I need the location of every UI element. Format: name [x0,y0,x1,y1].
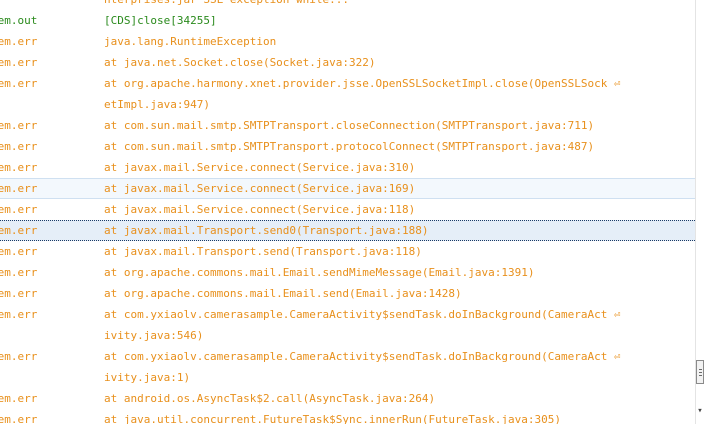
log-row[interactable]: tem.err at com.sun.mail.smtp.SMTPTranspo… [0,115,695,136]
log-message: java.lang.RuntimeException [104,35,277,48]
log-row[interactable]: tem.err at org.apache.commons.mail.Email… [0,283,695,304]
log-message: at javax.mail.Transport.send(Transport.j… [104,245,422,258]
line-wrap-icon: ⏎ [613,308,621,321]
log-row[interactable]: tem.err at java.util.concurrent.FutureTa… [0,409,695,424]
log-tag: tem.err [0,350,38,363]
log-message-text: at org.apache.harmony.xnet.provider.jsse… [104,77,608,90]
log-tag: tem.err [0,287,38,300]
logcat-message-list[interactable]: nterprises.jar SSL exception while... te… [0,0,695,424]
line-wrap-icon: ⏎ [613,350,621,363]
log-row[interactable]: tem.err at org.apache.harmony.xnet.provi… [0,73,695,94]
log-row[interactable]: nterprises.jar SSL exception while... [0,0,695,10]
log-message: at com.sun.mail.smtp.SMTPTransport.proto… [104,140,595,153]
log-message: [CDS]close[34255] [104,14,217,27]
log-tag: tem.err [0,77,38,90]
log-message: at android.os.AsyncTask$2.call(AsyncTask… [104,392,436,405]
log-tag: tem.out [0,14,38,27]
log-message: at org.apache.commons.mail.Email.sendMim… [104,266,535,279]
log-tag: tem.err [0,140,38,153]
log-tag: tem.err [0,392,38,405]
log-message-text: at com.yxiaolv.camerasample.CameraActivi… [104,308,608,321]
log-row[interactable]: tem.err at javax.mail.Service.connect(Se… [0,157,695,178]
log-message: at javax.mail.Service.connect(Service.ja… [104,182,416,195]
log-row[interactable]: tem.err at com.yxiaolv.camerasample.Came… [0,304,695,325]
log-tag: tem.err [0,266,38,279]
log-row[interactable]: tem.err at com.sun.mail.smtp.SMTPTranspo… [0,136,695,157]
log-message: ivity.java:1) [104,371,191,384]
log-row[interactable]: tem.err at javax.mail.Service.connect(Se… [0,199,695,220]
vertical-scrollbar[interactable]: ▾ [695,0,704,424]
log-tag: tem.err [0,413,38,424]
log-message: at java.util.concurrent.FutureTask$Sync.… [104,413,561,424]
log-tag: tem.err [0,56,38,69]
log-row[interactable]: tem.err at java.net.Socket.close(Socket.… [0,52,695,73]
log-message: at org.apache.harmony.xnet.provider.jsse… [104,73,621,94]
log-message: at java.net.Socket.close(Socket.java:322… [104,56,376,69]
log-row[interactable]: tem.err java.lang.RuntimeException [0,31,695,52]
log-message: at org.apache.commons.mail.Email.send(Em… [104,287,462,300]
log-message: at javax.mail.Service.connect(Service.ja… [104,203,416,216]
log-row-selected[interactable]: tem.err at javax.mail.Transport.send0(Tr… [0,220,695,241]
log-row[interactable]: tem.err at android.os.AsyncTask$2.call(A… [0,388,695,409]
log-tag: tem.err [0,308,38,321]
log-tag: tem.err [0,35,38,48]
log-message: ivity.java:546) [104,329,204,342]
log-row-continuation[interactable]: ivity.java:1) [0,367,695,388]
log-message: etImpl.java:947) [104,98,210,111]
log-row-hovered[interactable]: tem.err at javax.mail.Service.connect(Se… [0,178,695,199]
scroll-down-arrow-icon[interactable]: ▾ [696,404,704,418]
log-row[interactable]: tem.err at javax.mail.Transport.send(Tra… [0,241,695,262]
log-message: nterprises.jar SSL exception while... [104,0,349,10]
log-message: at com.yxiaolv.camerasample.CameraActivi… [104,304,621,325]
log-tag: tem.err [0,161,38,174]
thumb-grip-line [699,372,702,373]
thumb-grip-line [699,375,702,376]
scrollbar-thumb[interactable] [696,360,704,384]
log-message: at javax.mail.Transport.send0(Transport.… [104,224,429,237]
log-row[interactable]: tem.err at com.yxiaolv.camerasample.Came… [0,346,695,367]
log-row[interactable]: tem.err at org.apache.commons.mail.Email… [0,262,695,283]
log-row-continuation[interactable]: ivity.java:546) [0,325,695,346]
log-row[interactable]: tem.out [CDS]close[34255] [0,10,695,31]
log-tag: tem.err [0,203,38,216]
thumb-grip-line [699,369,702,370]
log-message: at com.yxiaolv.camerasample.CameraActivi… [104,346,621,367]
log-tag: tem.err [0,224,38,237]
log-tag: tem.err [0,245,38,258]
log-message-text: at com.yxiaolv.camerasample.CameraActivi… [104,350,608,363]
log-row-continuation[interactable]: etImpl.java:947) [0,94,695,115]
log-tag: tem.err [0,119,38,132]
log-message: at javax.mail.Service.connect(Service.ja… [104,161,416,174]
line-wrap-icon: ⏎ [613,77,621,90]
log-tag: tem.err [0,182,38,195]
log-message: at com.sun.mail.smtp.SMTPTransport.close… [104,119,595,132]
